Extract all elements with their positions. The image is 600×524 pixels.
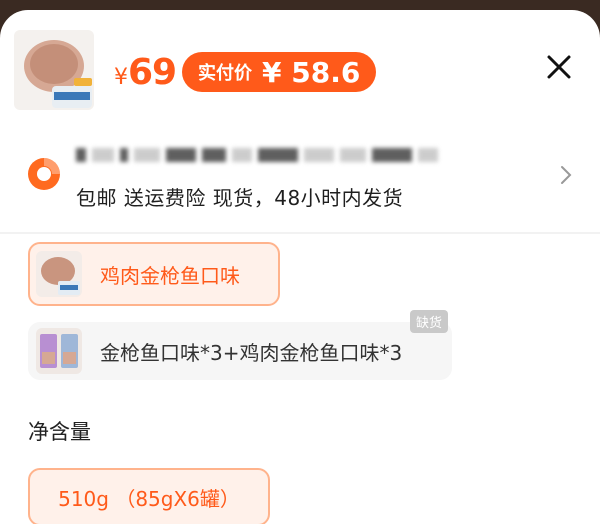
flavor-option-mixed[interactable]: 金枪鱼口味*3+鸡肉金枪鱼口味*3 [28,322,452,380]
address-redacted[interactable] [76,144,496,166]
shipping-info: 包邮 送运费险 现货，48小时内发货 [76,186,404,210]
size-option-510g[interactable]: 510g （85gX6罐） [28,468,270,524]
location-icon [26,156,62,192]
out-of-stock-badge: 缺货 [410,310,449,333]
option-thumbnail [36,251,82,297]
close-button[interactable] [544,52,574,82]
paid-price-label: 实付价 [198,63,252,84]
net-content-title: 净含量 [28,420,91,444]
chevron-right-icon [561,166,572,184]
original-price: ¥69 [114,52,177,93]
address-chevron[interactable] [558,164,574,186]
paid-price-value: ¥ 58.6 [262,55,361,89]
close-icon [547,55,571,79]
paid-price-pill: 实付价 ¥ 58.6 [182,52,377,92]
flavor-option-chicken-tuna[interactable]: 鸡肉金枪鱼口味 [28,242,280,306]
product-thumbnail [14,30,94,110]
sku-bottom-sheet: ¥69 实付价 ¥ 58.6 包邮 送运费险 现货，48小时内发货 鸡肉金枪鱼口… [0,10,600,524]
section-divider [0,232,600,234]
option-thumbnail [36,328,82,374]
